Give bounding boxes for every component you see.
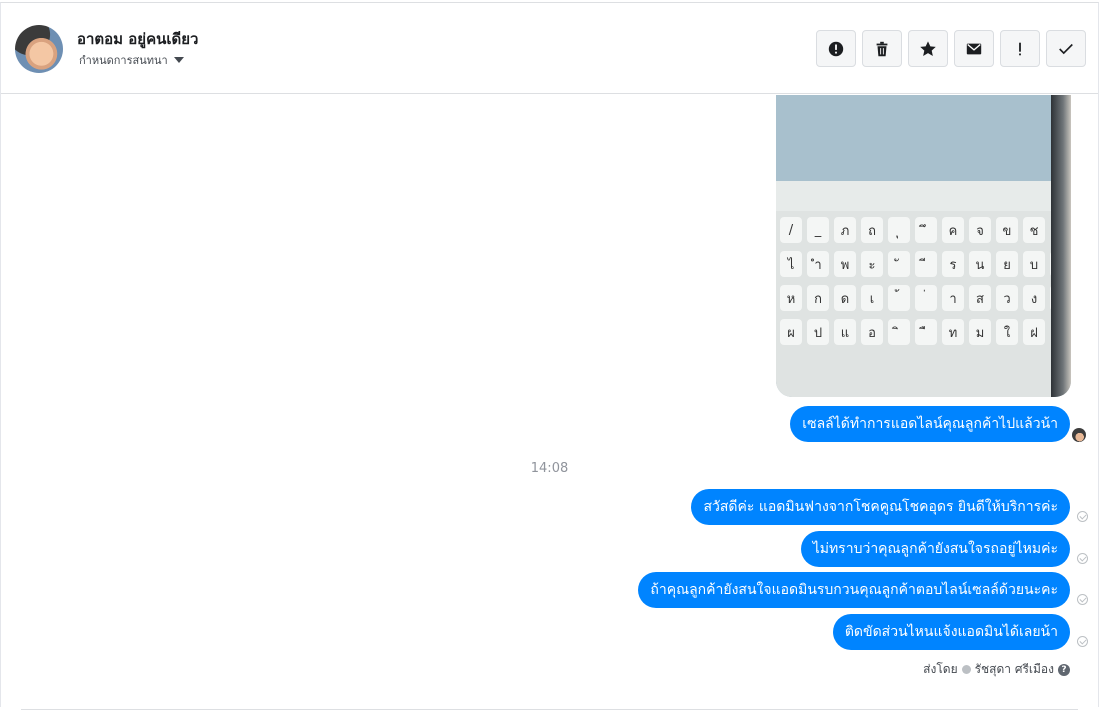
check-icon [1059, 43, 1073, 54]
keyboard-row: หกดเ้่าสวงข [780, 285, 1071, 311]
seen-avatar [1072, 428, 1086, 442]
outgoing-message[interactable]: เซลล์ได้ทำการแอดไลน์คุณลูกค้าไปแล้วน้า [790, 406, 1070, 442]
keyboard-key: ง [1023, 285, 1045, 311]
keyboard-key: ภ [834, 217, 856, 243]
keyboard-key: ช [1023, 217, 1045, 243]
keyboard-key: ิ [888, 319, 910, 345]
exclamation-icon [1019, 42, 1021, 55]
keyboard-key: ถ [861, 217, 883, 243]
keyboard-key: ี [915, 251, 937, 277]
sent-by-info: ส่งโดย รัชสุดา ศรีเมือง ? [923, 660, 1070, 679]
contact-name[interactable]: อาตอม อยู่คนเดียว [77, 27, 198, 51]
keyboard-key: ฝ [1023, 319, 1045, 345]
keyboard-key: า [942, 285, 964, 311]
star-icon [920, 40, 936, 56]
phone-bezel [1051, 95, 1071, 397]
trash-icon [876, 41, 888, 56]
mark-done-button[interactable] [1046, 30, 1086, 67]
keyboard-key: ะ [861, 251, 883, 277]
outgoing-message[interactable]: สวัสดีค่ะ แอดมินฟางจากโชคคูณโชคอุดร ยินด… [691, 489, 1070, 525]
assign-label: กำหนดการสนทนา [79, 54, 168, 67]
keyboard-key: น [969, 251, 991, 277]
keyboard-photo-message[interactable]: /_ภถุึคจขช ไำพะัีรนยบล หกดเ้่าสวงข ผปแอิ… [776, 95, 1071, 397]
keyboard-key: ห [780, 285, 802, 311]
keyboard-key: ส [969, 285, 991, 311]
keyboard-row: /_ภถุึคจขช [780, 217, 1045, 243]
keyboard-key: จ [969, 217, 991, 243]
mark-spam-button[interactable] [816, 30, 856, 67]
keyboard-key: ำ [807, 251, 829, 277]
keyboard-row: ไำพะัีรนยบล [780, 251, 1071, 277]
conversation-panel: อาตอม อยู่คนเดียว กำหนดการสนทนา / _ ภ ถ … [0, 2, 1099, 710]
delivered-check-icon [1077, 636, 1088, 647]
delivered-check-icon [1077, 553, 1088, 564]
keyboard-key: ้ [888, 285, 910, 311]
sender-name[interactable]: รัชสุดา ศรีเมือง [975, 660, 1054, 679]
delete-button[interactable] [862, 30, 902, 67]
keyboard-image: /_ภถุึคจขช ไำพะัีรนยบล หกดเ้่าสวงข ผปแอิ… [776, 181, 1071, 397]
keyboard-key: ด [834, 285, 856, 311]
outgoing-message[interactable]: ไม่ทราบว่าคุณลูกค้ายังสนใจรถอยู่ไหมค่ะ [800, 531, 1070, 567]
keyboard-key: _ [807, 217, 829, 243]
keyboard-key: ว [996, 285, 1018, 311]
keyboard-toolbar [776, 181, 1054, 211]
envelope-icon [966, 43, 982, 54]
keyboard-key: ย [996, 251, 1018, 277]
keyboard-key: ุ [888, 217, 910, 243]
conversation-header: อาตอม อยู่คนเดียว กำหนดการสนทนา [1, 3, 1098, 94]
keyboard-key: ป [807, 319, 829, 345]
follow-up-button[interactable] [1000, 30, 1040, 67]
header-toolbar [816, 30, 1086, 67]
keyboard-key: ร [942, 251, 964, 277]
keyboard-key: ื [915, 319, 937, 345]
keyboard-key: ค [942, 217, 964, 243]
keyboard-key: ข [996, 217, 1018, 243]
keyboard-key: อ [861, 319, 883, 345]
contact-avatar[interactable] [15, 25, 63, 73]
star-button[interactable] [908, 30, 948, 67]
outgoing-message[interactable]: ถ้าคุณลูกค้ายังสนใจแอดมินรบกวนคุณลูกค้าต… [638, 572, 1070, 608]
keyboard-key: ั [888, 251, 910, 277]
sent-by-label: ส่งโดย [923, 662, 958, 676]
alert-circle-icon [828, 41, 844, 56]
keyboard-key: ่ [915, 285, 937, 311]
keyboard-key: ใ [996, 319, 1018, 345]
caret-down-icon [173, 57, 184, 63]
keyboard-key: ก [807, 285, 829, 311]
phone-screen-area [776, 95, 1056, 181]
keyboard-key: พ [834, 251, 856, 277]
keyboard-key: ท [942, 319, 964, 345]
keyboard-key: ึ [915, 217, 937, 243]
outgoing-message[interactable]: ติดขัดส่วนไหนแจ้งแอดมินได้เลยน้า [832, 614, 1070, 650]
mark-unread-button[interactable] [954, 30, 994, 67]
keyboard-key: เ [861, 285, 883, 311]
delivered-check-icon [1077, 511, 1088, 522]
keyboard-key: ผ [780, 319, 802, 345]
keyboard-key: ไ [780, 251, 802, 277]
delivered-check-icon [1077, 594, 1088, 605]
keyboard-key: / [780, 217, 802, 243]
sender-status-icon [961, 665, 971, 674]
keyboard-key: แ [834, 319, 856, 345]
assign-conversation-dropdown[interactable]: กำหนดการสนทนา [79, 51, 184, 69]
keyboard-key: ม [969, 319, 991, 345]
keyboard-key: บ [1023, 251, 1045, 277]
keyboard-row: ผปแอิืทมใฝ [780, 319, 1045, 345]
message-timestamp: 14:08 [530, 461, 569, 476]
help-icon[interactable]: ? [1058, 663, 1070, 676]
